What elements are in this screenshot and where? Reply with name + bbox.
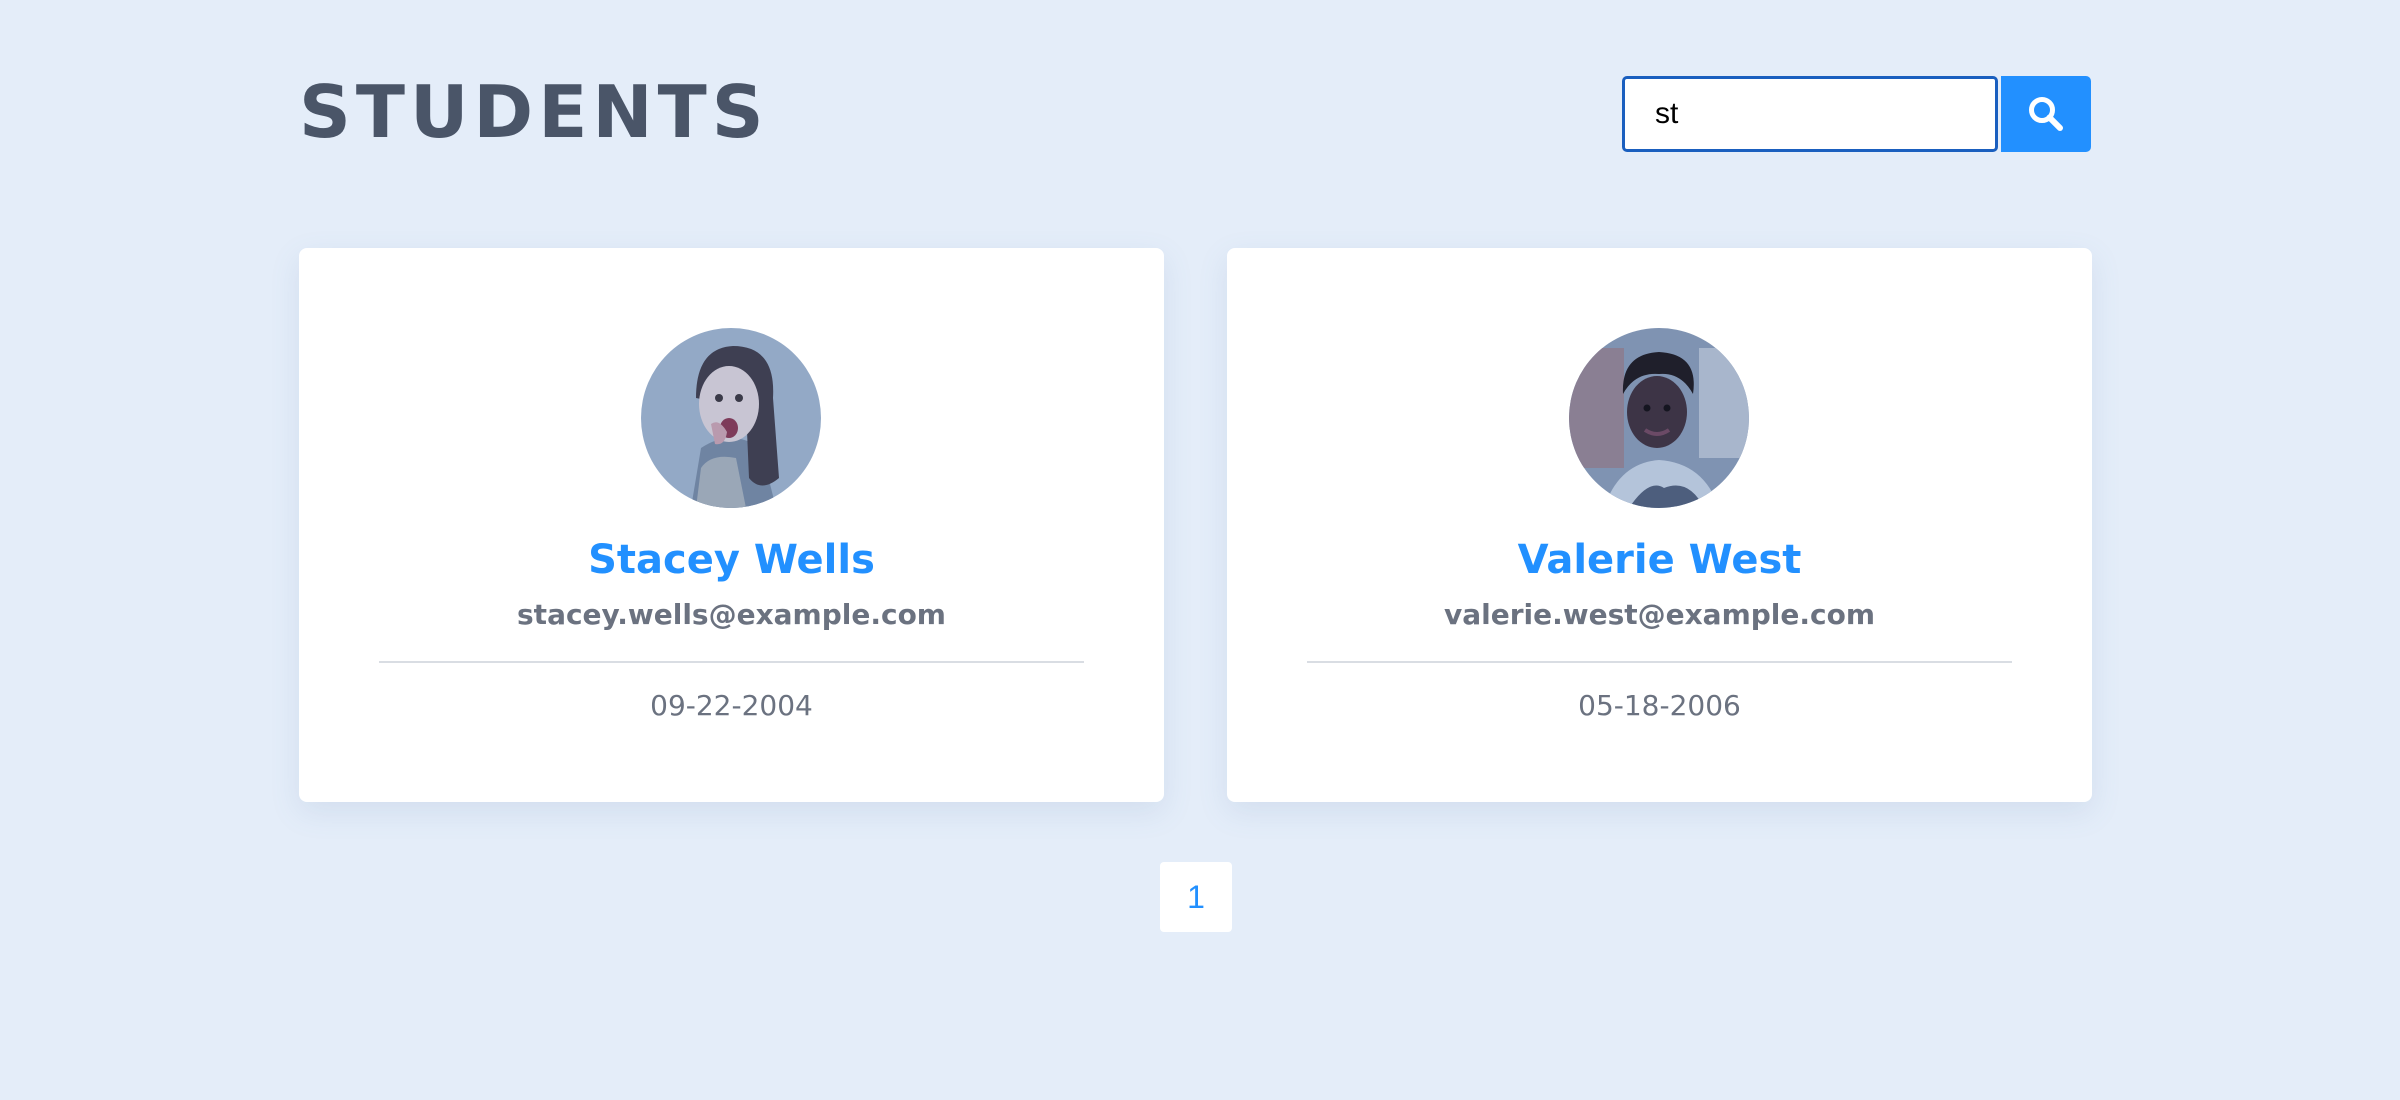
search-bar (1622, 76, 2091, 152)
search-icon (2029, 97, 2063, 131)
avatar (1569, 328, 1749, 508)
student-dob: 09-22-2004 (650, 689, 813, 722)
divider (379, 661, 1084, 663)
student-cards: Stacey Wells stacey.wells@example.com 09… (299, 248, 2092, 802)
student-card[interactable]: Stacey Wells stacey.wells@example.com 09… (299, 248, 1164, 802)
avatar (641, 328, 821, 508)
search-button[interactable] (2001, 76, 2091, 152)
divider (1307, 661, 2012, 663)
student-email: valerie.west@example.com (1443, 598, 1876, 631)
student-card[interactable]: Valerie West valerie.west@example.com 05… (1227, 248, 2092, 802)
page-title: STUDENTS (299, 70, 769, 154)
pagination: 1 (1160, 862, 1232, 932)
student-name: Stacey Wells (588, 537, 875, 583)
student-name: Valerie West (1517, 537, 1802, 583)
page-header: STUDENTS (299, 72, 2091, 152)
student-email: stacey.wells@example.com (517, 598, 946, 631)
search-input[interactable] (1622, 76, 1998, 152)
student-dob: 05-18-2006 (1578, 689, 1741, 722)
page-button-1[interactable]: 1 (1160, 862, 1232, 932)
